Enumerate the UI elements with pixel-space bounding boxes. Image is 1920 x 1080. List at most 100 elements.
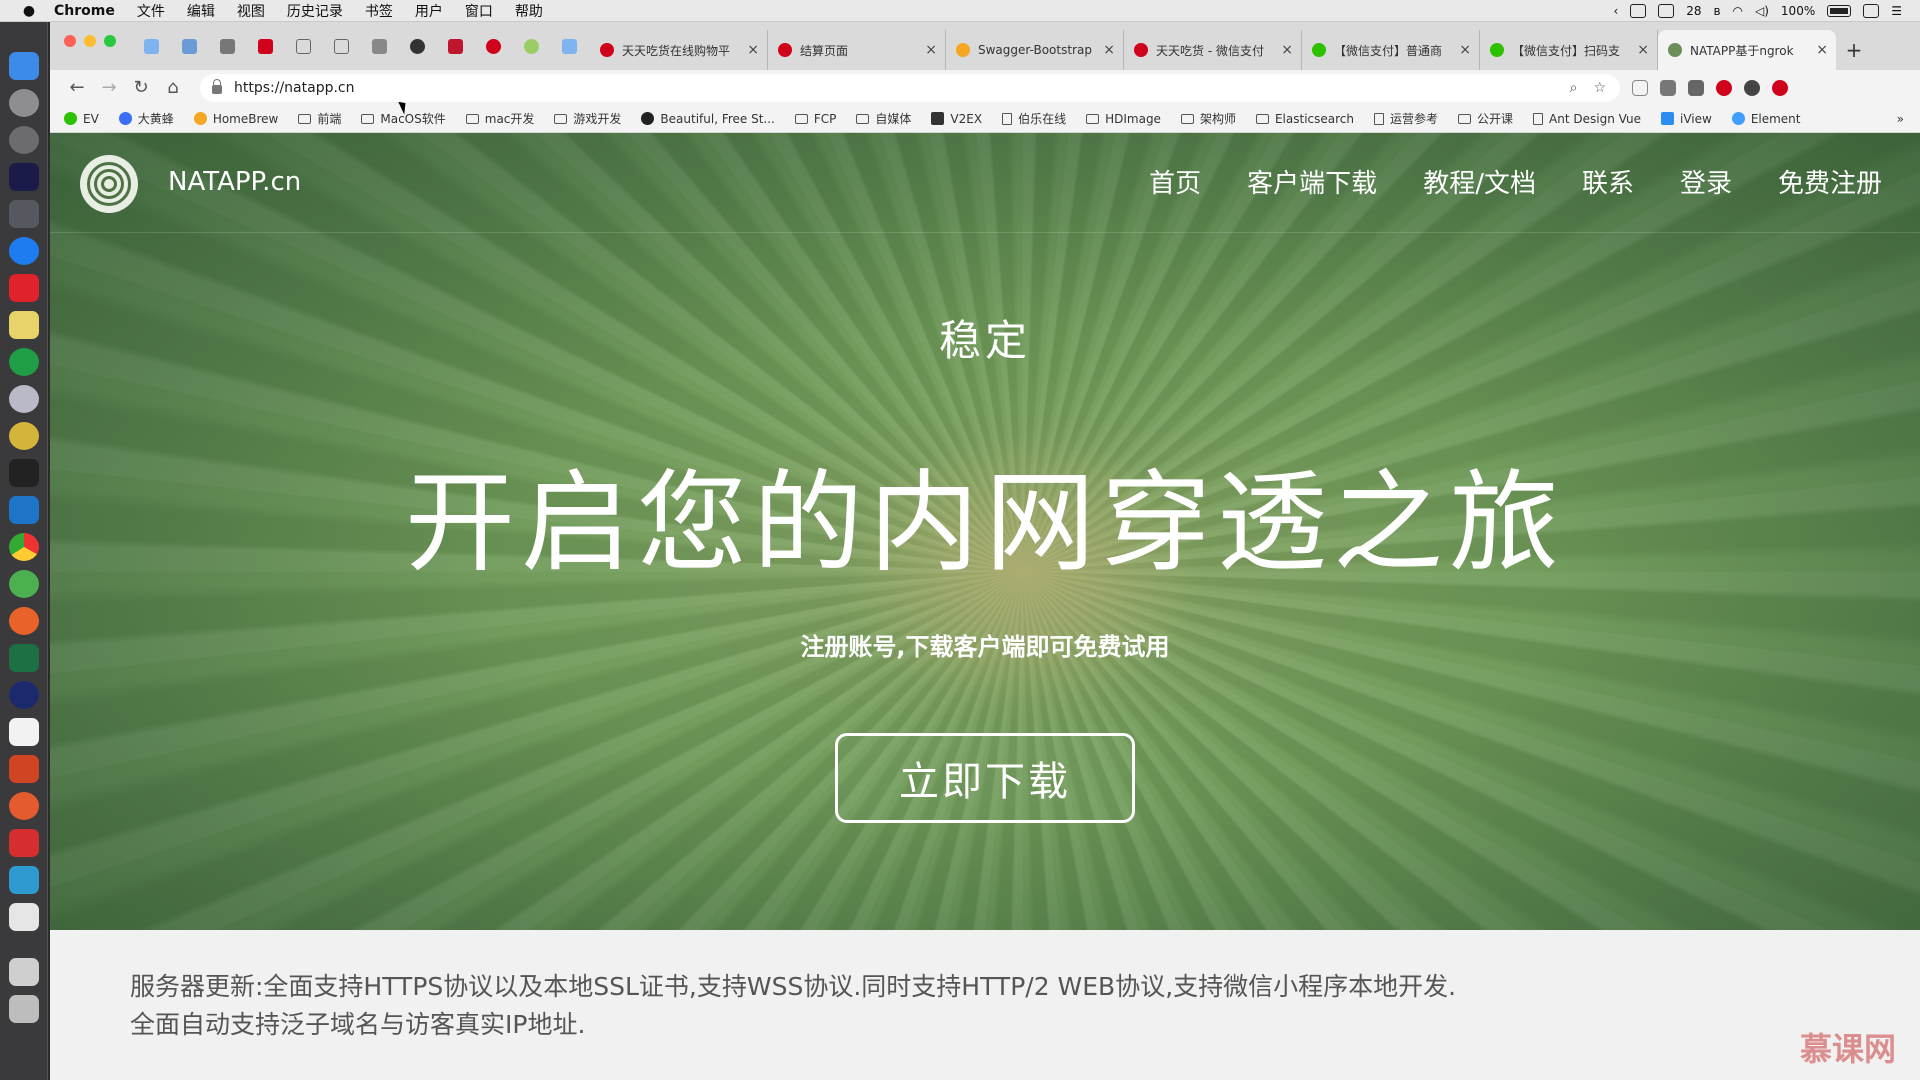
forward-arrow-icon[interactable]: → bbox=[94, 74, 124, 102]
bookmark-item[interactable]: 大黄蜂 bbox=[118, 110, 174, 127]
close-tab-icon[interactable]: × bbox=[1637, 42, 1649, 58]
compass-app-icon[interactable] bbox=[8, 792, 39, 820]
bookmark-item[interactable]: HomeBrew bbox=[193, 112, 278, 126]
pinned-tab[interactable] bbox=[138, 34, 165, 58]
video-app-icon[interactable] bbox=[8, 829, 39, 857]
menu-edit[interactable]: 编辑 bbox=[187, 1, 215, 21]
grid-icon[interactable] bbox=[1658, 3, 1675, 18]
menu-history[interactable]: 历史记录 bbox=[287, 1, 343, 21]
close-tab-icon[interactable]: × bbox=[1816, 42, 1828, 58]
red-app-icon[interactable] bbox=[8, 274, 39, 302]
download-now-button[interactable]: 立即下载 bbox=[835, 733, 1135, 823]
lock-icon[interactable] bbox=[212, 79, 222, 94]
bookmark-folder[interactable]: 自媒体 bbox=[856, 110, 911, 127]
bookmark-folder[interactable]: 架构师 bbox=[1180, 110, 1236, 127]
downloads-app-icon[interactable] bbox=[8, 866, 39, 894]
address-bar[interactable]: https://natapp.cn ⌕ ☆ bbox=[200, 73, 1620, 102]
bookmark-folder[interactable]: Elasticsearch bbox=[1255, 112, 1354, 126]
bookmark-item[interactable]: Element bbox=[1731, 112, 1801, 126]
zoom-icon[interactable]: ⌕ bbox=[1570, 80, 1578, 96]
launchpad-icon[interactable] bbox=[8, 89, 39, 117]
bookmark-folder[interactable]: HDImage bbox=[1086, 112, 1161, 126]
profile-avatar-icon[interactable] bbox=[1744, 79, 1760, 96]
intellij-icon[interactable] bbox=[8, 163, 39, 191]
photo-app-icon[interactable] bbox=[8, 385, 39, 413]
pinned-tab[interactable] bbox=[518, 34, 545, 58]
green-app-icon[interactable] bbox=[8, 348, 39, 376]
bookmark-item[interactable]: V2EX bbox=[931, 112, 982, 126]
folder-stack-icon[interactable] bbox=[8, 958, 39, 986]
minimize-window-icon[interactable] bbox=[84, 35, 96, 47]
chevron-left-icon[interactable]: ‹ bbox=[1613, 4, 1618, 18]
menu-bookmarks[interactable]: 书签 bbox=[365, 1, 393, 21]
bookmark-item[interactable]: 运营参考 bbox=[1374, 110, 1438, 127]
menu-file[interactable]: 文件 bbox=[137, 1, 165, 21]
tab[interactable]: Swagger-Bootstrap × bbox=[946, 30, 1124, 70]
pinned-tab[interactable] bbox=[252, 34, 279, 58]
tab[interactable]: 天天吃货在线购物平 × bbox=[590, 30, 768, 70]
notification-list-icon[interactable]: ☰ bbox=[1891, 4, 1902, 18]
app-store-icon[interactable] bbox=[8, 237, 39, 265]
close-tab-icon[interactable]: × bbox=[747, 42, 759, 58]
tab[interactable]: 结算页面 × bbox=[768, 30, 946, 70]
tab[interactable]: 天天吃货 - 微信支付 × bbox=[1124, 30, 1302, 70]
menu-people[interactable]: 用户 bbox=[415, 1, 443, 21]
screen-icon[interactable] bbox=[1630, 3, 1647, 18]
bookmark-folder[interactable]: FCP bbox=[794, 112, 836, 126]
colorful-app-icon[interactable] bbox=[8, 607, 39, 635]
shield-extension-icon[interactable] bbox=[1632, 79, 1648, 96]
apple-menu-icon[interactable]: ● bbox=[18, 3, 40, 19]
excel-icon[interactable] bbox=[8, 644, 39, 672]
vscode-icon[interactable] bbox=[8, 496, 39, 524]
close-window-icon[interactable] bbox=[64, 35, 76, 47]
pinned-tab[interactable] bbox=[290, 34, 317, 58]
bookmark-item[interactable]: 伯乐在线 bbox=[1002, 110, 1066, 127]
notes-icon[interactable] bbox=[8, 311, 39, 339]
close-tab-icon[interactable]: × bbox=[1103, 42, 1115, 58]
back-arrow-icon[interactable]: ← bbox=[62, 74, 92, 102]
wifi-icon[interactable]: ◠ bbox=[1733, 4, 1743, 18]
control-center-icon[interactable] bbox=[1863, 3, 1880, 18]
trash-icon[interactable] bbox=[8, 995, 39, 1023]
menu-view[interactable]: 视图 bbox=[237, 1, 265, 21]
bookmark-item[interactable]: EV bbox=[64, 112, 99, 126]
pinned-tab[interactable] bbox=[176, 34, 203, 58]
bookmarks-overflow-button[interactable]: » bbox=[1897, 112, 1904, 126]
close-tab-icon[interactable]: × bbox=[925, 42, 937, 58]
document-stack-icon[interactable] bbox=[8, 903, 39, 931]
chrome-icon[interactable] bbox=[8, 533, 39, 561]
update-icon[interactable] bbox=[1772, 79, 1788, 96]
vue-devtools-icon[interactable] bbox=[1660, 79, 1676, 96]
spring-app-icon[interactable] bbox=[8, 570, 39, 598]
bookmark-folder[interactable]: 公开课 bbox=[1458, 110, 1513, 127]
bookmark-item[interactable]: iView bbox=[1661, 112, 1712, 126]
menu-app-name[interactable]: Chrome bbox=[54, 3, 115, 19]
tab[interactable]: 【微信支付】扫码支 × bbox=[1480, 30, 1658, 70]
pinned-tab[interactable] bbox=[442, 34, 469, 58]
volume-icon[interactable]: ◁) bbox=[1755, 4, 1769, 18]
bookmark-folder[interactable]: 前端 bbox=[298, 110, 341, 127]
close-tab-icon[interactable]: × bbox=[1281, 42, 1293, 58]
terminal-icon[interactable] bbox=[8, 459, 39, 487]
battery-icon[interactable] bbox=[1827, 4, 1852, 17]
powerpoint-icon[interactable] bbox=[8, 755, 39, 783]
bookmark-folder[interactable]: 游戏开发 bbox=[554, 110, 621, 127]
pinned-tab[interactable] bbox=[366, 34, 393, 58]
bookmark-star-icon[interactable]: ☆ bbox=[1593, 80, 1606, 96]
puzzle-extension-icon[interactable] bbox=[1688, 79, 1704, 96]
bookmark-item[interactable]: Ant Design Vue bbox=[1533, 112, 1641, 126]
menu-window[interactable]: 窗口 bbox=[465, 1, 493, 21]
adblock-icon[interactable] bbox=[1716, 79, 1732, 96]
quicktime-icon[interactable] bbox=[8, 681, 39, 709]
pinned-tab[interactable] bbox=[480, 34, 507, 58]
pinned-tab[interactable] bbox=[328, 34, 355, 58]
screen-app-icon[interactable] bbox=[8, 200, 39, 228]
bookmark-folder[interactable]: mac开发 bbox=[465, 110, 534, 127]
ue-app-icon[interactable] bbox=[8, 422, 39, 450]
bookmark-item[interactable]: Beautiful, Free St... bbox=[641, 112, 775, 126]
tab-active[interactable]: NATAPP基于ngrok × bbox=[1658, 30, 1836, 70]
reload-icon[interactable]: ↻ bbox=[126, 74, 156, 102]
new-tab-button[interactable]: + bbox=[1836, 30, 1872, 70]
close-tab-icon[interactable]: × bbox=[1459, 42, 1471, 58]
pinned-tab[interactable] bbox=[556, 34, 583, 58]
